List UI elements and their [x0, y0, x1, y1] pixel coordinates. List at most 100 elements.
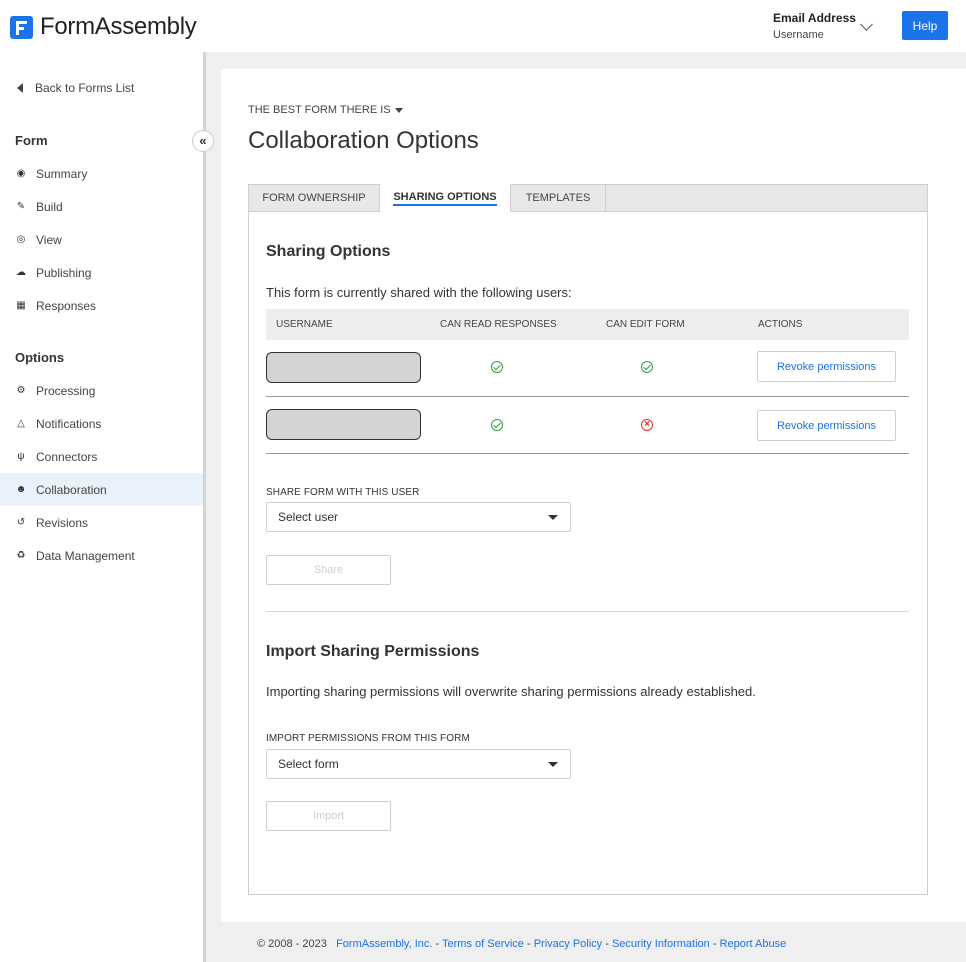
sidebar-item-connectors[interactable]: ψ Connectors — [0, 440, 203, 473]
column-header-can-edit: CAN EDIT FORM — [606, 319, 685, 330]
sidebar-section-form: Form — [15, 133, 48, 148]
check-circle-icon — [641, 361, 653, 373]
pencil-icon: ✎ — [16, 201, 26, 212]
sidebar-section-options: Options — [15, 350, 65, 365]
sidebar-item-label: Notifications — [36, 416, 102, 431]
footer-terms-link[interactable]: Terms of Service — [442, 938, 524, 950]
import-form-label: IMPORT PERMISSIONS FROM THIS FORM — [266, 733, 470, 744]
sidebar-item-view[interactable]: ◎ View — [0, 223, 203, 256]
sidebar-item-label: Revisions — [36, 515, 89, 530]
sidebar-item-label: Build — [36, 199, 63, 214]
cogs-icon: ⚙ — [16, 385, 26, 396]
sidebar-item-data-management[interactable]: ♻ Data Management — [0, 539, 203, 572]
tab-label: SHARING OPTIONS — [393, 191, 497, 206]
row-divider — [266, 453, 909, 454]
footer-report-abuse-link[interactable]: Report Abuse — [720, 938, 787, 950]
tab-bar: FORM OWNERSHIP SHARING OPTIONS TEMPLATES — [248, 184, 928, 213]
tachometer-icon: ◉ — [16, 168, 26, 179]
row-divider — [266, 396, 909, 397]
eye-icon: ◎ — [16, 234, 26, 245]
app-logo[interactable]: FormAssembly — [10, 13, 197, 41]
tab-sharing-options[interactable]: SHARING OPTIONS — [380, 184, 511, 213]
sidebar-item-responses[interactable]: ▦ Responses — [0, 289, 203, 322]
footer-sep: - — [709, 938, 720, 950]
select-value: Select user — [278, 510, 339, 524]
check-circle-icon — [491, 419, 503, 431]
import-description: Importing sharing permissions will overw… — [266, 684, 756, 699]
caret-down-icon — [548, 515, 558, 520]
history-icon: ↺ — [16, 517, 26, 528]
sidebar-item-label: Connectors — [36, 449, 98, 464]
sidebar-item-label: Publishing — [36, 265, 92, 280]
sidebar-item-label: Data Management — [36, 548, 135, 563]
caret-down-icon — [548, 762, 558, 767]
section-divider — [266, 611, 909, 612]
form-name-label: THE BEST FORM THERE IS — [248, 104, 391, 116]
footer-privacy-link[interactable]: Privacy Policy — [534, 938, 602, 950]
sidebar-item-processing[interactable]: ⚙ Processing — [0, 374, 203, 407]
page-title: Collaboration Options — [248, 127, 479, 154]
tab-label: FORM OWNERSHIP — [262, 192, 366, 204]
select-value: Select form — [278, 757, 339, 771]
caret-down-icon — [394, 107, 403, 113]
import-heading: Import Sharing Permissions — [266, 643, 480, 660]
sidebar-item-revisions[interactable]: ↺ Revisions — [0, 506, 203, 539]
back-to-forms-link[interactable]: Back to Forms List — [17, 81, 134, 95]
check-circle-icon — [491, 361, 503, 373]
help-button[interactable]: Help — [902, 11, 948, 40]
username-redacted — [266, 352, 421, 383]
footer-company-link[interactable]: FormAssembly, Inc. — [336, 938, 432, 950]
tab-form-ownership[interactable]: FORM OWNERSHIP — [249, 184, 380, 212]
column-header-username: USERNAME — [276, 319, 333, 330]
share-button[interactable]: Share — [266, 555, 391, 585]
footer-security-link[interactable]: Security Information — [612, 938, 710, 950]
caret-left-icon — [17, 83, 23, 93]
users-table-header: USERNAME CAN READ RESPONSES CAN EDIT FOR… — [266, 309, 909, 340]
column-header-actions: ACTIONS — [758, 319, 803, 330]
sidebar-item-label: View — [36, 232, 62, 247]
sidebar-item-label: Summary — [36, 166, 88, 181]
footer: © 2008 - 2023 FormAssembly, Inc. - Terms… — [257, 938, 786, 950]
sharing-intro: This form is currently shared with the f… — [266, 285, 572, 300]
footer-sep: - — [602, 938, 612, 950]
formassembly-logo-icon — [10, 15, 33, 39]
column-header-can-read: CAN READ RESPONSES — [440, 319, 557, 330]
form-name-dropdown[interactable]: THE BEST FORM THERE IS — [248, 104, 403, 116]
sharing-heading: Sharing Options — [266, 243, 391, 260]
share-user-label: SHARE FORM WITH THIS USER — [266, 487, 420, 498]
sidebar-item-label: Collaboration — [36, 482, 107, 497]
users-icon: ☻ — [15, 484, 27, 495]
account-email: Email Address — [773, 11, 856, 25]
sidebar-item-build[interactable]: ✎ Build — [0, 190, 203, 223]
sidebar-item-summary[interactable]: ◉ Summary — [0, 157, 203, 190]
sidebar-item-label: Processing — [36, 383, 96, 398]
import-button[interactable]: Import — [266, 801, 391, 831]
revoke-permissions-button[interactable]: Revoke permissions — [757, 351, 896, 382]
times-circle-icon: × — [641, 419, 653, 431]
tab-templates[interactable]: TEMPLATES — [511, 184, 606, 212]
select-user-dropdown[interactable]: Select user — [266, 502, 571, 532]
plug-icon: ψ — [17, 451, 25, 462]
sidebar-item-notifications[interactable]: △ Notifications — [0, 407, 203, 440]
footer-sep: - — [523, 938, 534, 950]
sidebar-item-publishing[interactable]: ☁ Publishing — [0, 256, 203, 289]
username-redacted — [266, 409, 421, 440]
account-menu[interactable]: Email Address Username — [773, 10, 856, 44]
recycle-icon: ♻ — [16, 550, 26, 561]
select-form-dropdown[interactable]: Select form — [266, 749, 571, 779]
bell-icon: △ — [17, 418, 25, 429]
top-header: FormAssembly Email Address Username Help — [0, 0, 966, 52]
back-label: Back to Forms List — [35, 81, 135, 95]
revoke-permissions-button[interactable]: Revoke permissions — [757, 410, 896, 441]
sidebar-item-collaboration[interactable]: ☻ Collaboration — [0, 473, 203, 506]
chevron-down-icon[interactable] — [860, 18, 873, 31]
account-username: Username — [773, 29, 824, 41]
footer-sep: - — [432, 938, 443, 950]
cloud-upload-icon: ☁ — [16, 267, 26, 278]
table-icon: ▦ — [16, 300, 26, 311]
collapse-sidebar-button[interactable]: « — [192, 130, 214, 152]
app-name: FormAssembly — [40, 13, 197, 40]
footer-copyright: © 2008 - 2023 — [257, 938, 327, 950]
tab-label: TEMPLATES — [525, 192, 591, 204]
sidebar-item-label: Responses — [36, 298, 97, 313]
